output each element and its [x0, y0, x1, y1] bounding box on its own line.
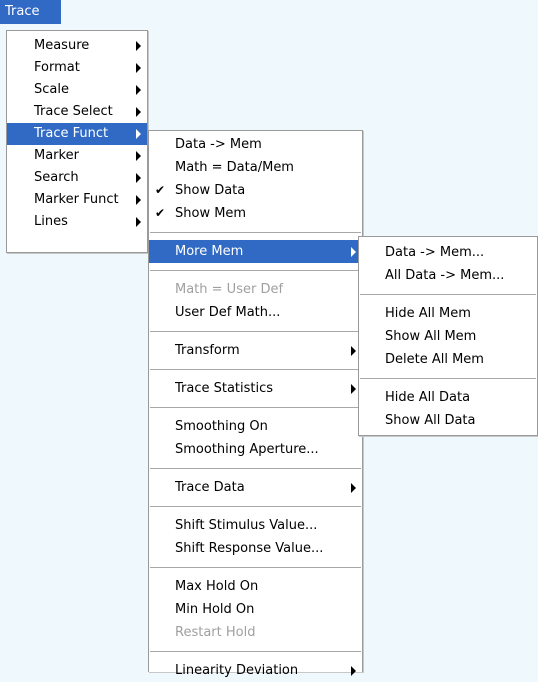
submenu-arrow-icon [136, 85, 141, 95]
menu-separator [150, 331, 361, 332]
submenu-arrow-icon [351, 482, 356, 493]
menu-item-transform[interactable]: Transform [149, 339, 362, 362]
menu-item-trace-select[interactable]: Trace Select [7, 101, 147, 123]
menu-item-label: Hide All Mem [385, 306, 471, 321]
submenu-arrow-icon [351, 246, 356, 257]
menu-item-label: Shift Response Value... [175, 541, 324, 556]
menu-item-label: User Def Math... [175, 305, 281, 320]
menu-item-smoothing-on[interactable]: Smoothing On [149, 415, 362, 438]
menu-item-delete-all-mem[interactable]: Delete All Mem [359, 348, 537, 371]
submenu-arrow-icon [136, 63, 141, 73]
menu-item-label: Hide All Data [385, 390, 471, 405]
menu-separator [150, 407, 361, 408]
menu-item-label: All Data -> Mem... [385, 268, 505, 283]
checkmark-icon: ✔ [155, 183, 166, 197]
menu-item-shift-stimulus[interactable]: Shift Stimulus Value... [149, 514, 362, 537]
menu-item-search[interactable]: Search [7, 167, 147, 189]
menu-item-label: Max Hold On [175, 579, 259, 594]
submenu-arrow-icon [136, 217, 141, 227]
menu-separator [150, 468, 361, 469]
menu-item-label: Delete All Mem [385, 352, 484, 367]
submenu-arrow-icon [136, 151, 141, 161]
menu-item-label: Lines [34, 214, 68, 229]
menu-item-math-data-mem[interactable]: Math = Data/Mem [149, 156, 362, 179]
menu-item-label: Show All Mem [385, 329, 477, 344]
menu-item-show-data[interactable]: ✔ Show Data [149, 179, 362, 202]
menu-item-hide-all-data[interactable]: Hide All Data [359, 386, 537, 409]
menu-item-show-all-data[interactable]: Show All Data [359, 409, 537, 432]
menu-item-smoothing-aperture[interactable]: Smoothing Aperture... [149, 438, 362, 461]
menu-item-min-hold-on[interactable]: Min Hold On [149, 598, 362, 621]
menu-item-label: Show Data [175, 183, 246, 198]
checkmark-icon: ✔ [155, 206, 166, 220]
menu-separator [150, 567, 361, 568]
menu-item-label: Min Hold On [175, 602, 255, 617]
menu-item-label: Smoothing Aperture... [175, 442, 319, 457]
trace-funct-submenu: Data -> Mem Math = Data/Mem ✔ Show Data ✔… [148, 130, 363, 678]
menu-item-trace-funct[interactable]: Trace Funct [7, 123, 147, 145]
menu-item-label: Scale [34, 82, 69, 97]
menu-item-lines[interactable]: Lines [7, 211, 147, 233]
menu-separator [150, 232, 361, 233]
menu-item-label: Trace Statistics [175, 381, 274, 396]
menu-item-label: Measure [34, 38, 90, 53]
trace-menu-title[interactable]: Trace [0, 0, 61, 24]
submenu-arrow-icon [136, 41, 141, 51]
menu-item-math-user-def: Math = User Def [149, 278, 362, 301]
menu-item-linearity-deviation[interactable]: Linearity Deviation [149, 659, 362, 682]
menu-item-all-data-to-mem[interactable]: All Data -> Mem... [359, 264, 537, 287]
menu-item-user-def-math[interactable]: User Def Math... [149, 301, 362, 324]
menu-item-trace-data[interactable]: Trace Data [149, 476, 362, 499]
submenu-arrow-icon [136, 129, 141, 139]
menu-item-label: Smoothing On [175, 419, 268, 434]
menu-item-format[interactable]: Format [7, 57, 147, 79]
menu-item-restart-hold: Restart Hold [149, 621, 362, 644]
menu-item-marker[interactable]: Marker [7, 145, 147, 167]
menu-item-label: Format [34, 60, 80, 75]
menu-item-label: Trace Data [175, 480, 245, 495]
menu-separator [150, 651, 361, 652]
menu-item-more-mem[interactable]: More Mem [149, 240, 362, 263]
menu-item-hide-all-mem[interactable]: Hide All Mem [359, 302, 537, 325]
menu-item-trace-statistics[interactable]: Trace Statistics [149, 377, 362, 400]
menu-item-label: Search [34, 170, 79, 185]
menu-item-label: Linearity Deviation [175, 663, 299, 678]
menu-item-marker-funct[interactable]: Marker Funct [7, 189, 147, 211]
submenu-arrow-icon [136, 107, 141, 117]
submenu-arrow-icon [351, 383, 356, 394]
menu-item-label: Marker [34, 148, 79, 163]
menu-item-scale[interactable]: Scale [7, 79, 147, 101]
menu-item-data-to-mem[interactable]: Data -> Mem [149, 133, 362, 156]
menu-item-show-all-mem[interactable]: Show All Mem [359, 325, 537, 348]
menu-item-label: Trace Funct [34, 126, 109, 141]
menu-item-show-mem[interactable]: ✔ Show Mem [149, 202, 362, 225]
submenu-arrow-icon [351, 345, 356, 356]
menu-item-label: Restart Hold [175, 625, 256, 640]
menu-item-label: Trace Select [34, 104, 113, 119]
menu-item-max-hold-on[interactable]: Max Hold On [149, 575, 362, 598]
menu-item-label: More Mem [175, 244, 244, 259]
menu-item-shift-response[interactable]: Shift Response Value... [149, 537, 362, 560]
menu-item-label: Show Mem [175, 206, 247, 221]
menu-item-label: Data -> Mem... [385, 245, 485, 260]
menu-item-label: Marker Funct [34, 192, 119, 207]
menu-separator [150, 369, 361, 370]
trace-menu: Measure Format Scale Trace Select Trace … [6, 30, 148, 253]
menu-item-label: Math = User Def [175, 282, 284, 297]
menu-separator [150, 506, 361, 507]
submenu-arrow-icon [136, 195, 141, 205]
menu-separator [150, 270, 361, 271]
menu-item-label: Transform [175, 343, 240, 358]
menu-separator [360, 378, 536, 379]
menu-item-label: Shift Stimulus Value... [175, 518, 318, 533]
menu-separator [360, 294, 536, 295]
menu-item-measure[interactable]: Measure [7, 35, 147, 57]
menu-item-label: Show All Data [385, 413, 476, 428]
more-mem-submenu: Data -> Mem... All Data -> Mem... Hide A… [358, 236, 538, 436]
menu-item-label: Math = Data/Mem [175, 160, 294, 175]
submenu-arrow-icon [351, 665, 356, 676]
menu-item-label: Data -> Mem [175, 137, 262, 152]
submenu-arrow-icon [136, 173, 141, 183]
menu-item-data-to-mem-dialog[interactable]: Data -> Mem... [359, 241, 537, 264]
